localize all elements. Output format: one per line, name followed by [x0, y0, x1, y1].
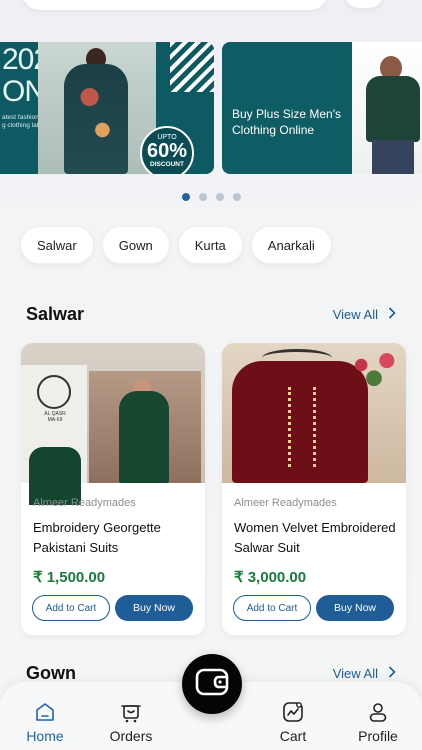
nav-home[interactable]: Home	[10, 700, 80, 744]
category-chips: Salwar Gown Kurta Anarkali	[20, 226, 332, 264]
roses-decoration	[342, 343, 406, 387]
badge-discount: DISCOUNT	[150, 161, 184, 168]
view-all-gown[interactable]: View All	[333, 665, 396, 681]
discount-badge: UPTO 60% DISCOUNT	[140, 126, 194, 174]
product-image-main	[89, 371, 201, 483]
product-brand: Almeer Readymades	[33, 497, 136, 509]
carousel-indicator	[182, 193, 241, 201]
product-image	[222, 343, 406, 483]
promo-banner-1[interactable]: 2020 ON atest fashion brand g clothing l…	[0, 42, 214, 174]
product-image: AL QASR MA-69	[21, 343, 205, 505]
carousel-dot[interactable]	[233, 193, 241, 201]
nav-orders-label: Orders	[109, 728, 153, 744]
add-to-cart-button[interactable]: Add to Cart	[233, 595, 311, 621]
brand-logo	[37, 375, 71, 409]
badge-percent: 60%	[146, 140, 188, 162]
product-card[interactable]: Almeer Readymades Women Velvet Embroider…	[222, 343, 406, 635]
carousel-dot[interactable]	[199, 193, 207, 201]
product-name: Embroidery Georgette Pakistani Suits	[33, 520, 161, 555]
section-title-salwar: Salwar	[26, 304, 85, 324]
model-pants	[372, 140, 414, 174]
nav-profile[interactable]: Profile	[343, 700, 413, 744]
buy-now-button[interactable]: Buy Now	[316, 595, 394, 621]
shopping-bag-icon	[119, 700, 143, 724]
banner-stripes-decoration	[170, 42, 214, 92]
view-all-label: View All	[332, 665, 378, 681]
search-bar[interactable]	[22, 0, 328, 10]
buy-now-button[interactable]: Buy Now	[115, 595, 193, 621]
view-all-label: View All	[332, 306, 378, 322]
carousel-dot[interactable]	[182, 193, 190, 201]
banner-2-model-image	[352, 42, 422, 174]
model-figure	[119, 391, 169, 483]
section-title-gown: Gown	[26, 663, 76, 683]
nav-cart-label: Cart	[279, 728, 307, 744]
view-all-salwar[interactable]: View All	[333, 306, 396, 322]
chip-salwar[interactable]: Salwar	[20, 226, 94, 264]
nav-orders[interactable]: Orders	[96, 700, 166, 744]
chevron-right-icon	[388, 665, 396, 681]
wallet-button[interactable]	[182, 654, 242, 714]
product-price: ₹ 1,500.00	[33, 569, 106, 586]
embroidery-pattern	[288, 387, 316, 467]
wallet-icon	[195, 668, 229, 701]
banner-model-image	[38, 42, 156, 174]
chevron-right-icon	[388, 306, 396, 322]
promo-banner-2[interactable]: Buy Plus Size Men's Clothing Online	[222, 42, 422, 174]
home-icon	[33, 700, 57, 724]
product-image-inset: AL QASR MA-69	[21, 365, 87, 505]
top-action-button[interactable]	[344, 0, 384, 8]
person-icon	[366, 700, 390, 724]
nav-home-label: Home	[26, 728, 64, 744]
carousel-dot[interactable]	[216, 193, 224, 201]
product-card[interactable]: AL QASR MA-69 Almeer Readymades Embroide…	[21, 343, 205, 635]
chip-gown[interactable]: Gown	[101, 226, 170, 264]
chip-kurta[interactable]: Kurta	[177, 226, 243, 264]
brand-logo-text: AL QASR MA-69	[44, 411, 66, 423]
chip-anarkali[interactable]: Anarkali	[250, 226, 332, 264]
product-brand: Almeer Readymades	[234, 497, 337, 509]
model-shirt	[366, 76, 420, 142]
product-name: Women Velvet Embroidered Salwar Suit	[234, 520, 396, 555]
nav-cart[interactable]: Cart	[258, 700, 328, 744]
cart-icon	[281, 700, 305, 724]
nav-profile-label: Profile	[358, 728, 398, 744]
banner-2-text: Buy Plus Size Men's Clothing Online	[232, 107, 342, 137]
product-price: ₹ 3,000.00	[234, 569, 307, 586]
model-dress	[64, 64, 128, 174]
add-to-cart-button[interactable]: Add to Cart	[32, 595, 110, 621]
